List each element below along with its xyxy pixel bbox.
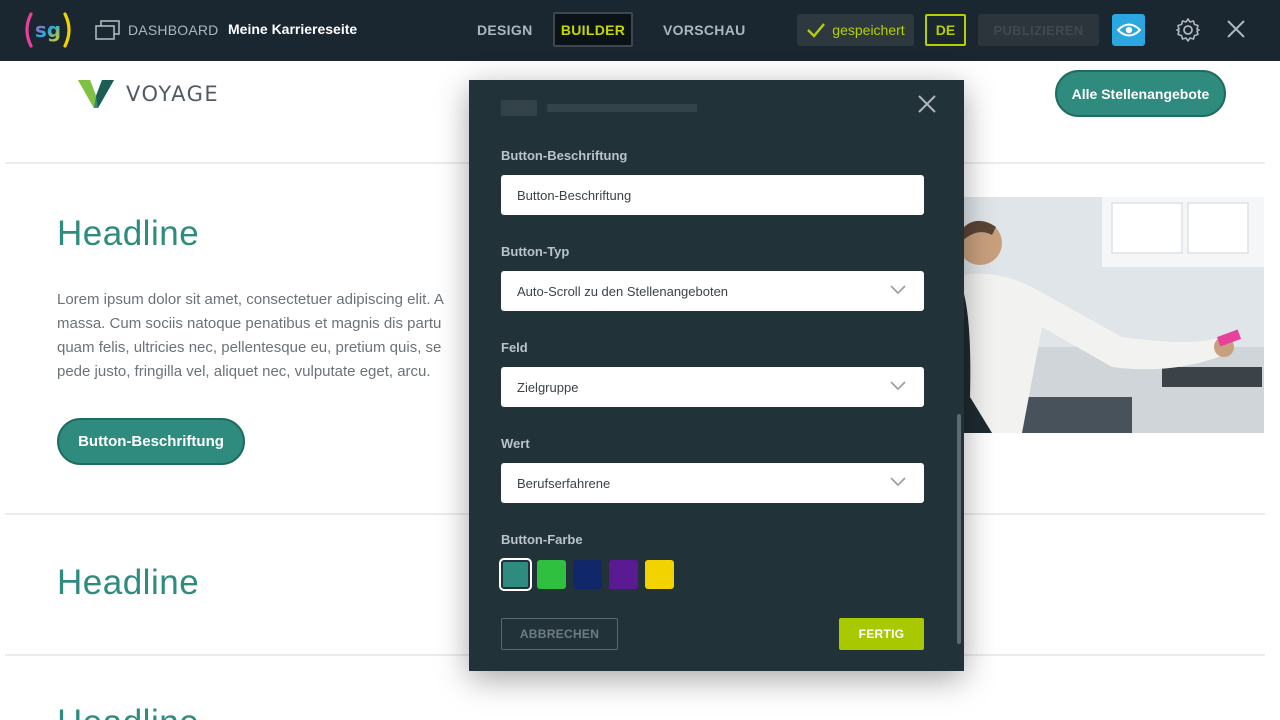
sg-logo[interactable]: sg — [22, 11, 74, 49]
modal-title-ghost — [501, 98, 701, 123]
field-caption: Feld — [501, 340, 528, 355]
voyage-logo-icon — [78, 80, 114, 108]
body-line: quam felis, ultricies nec, pellentesque … — [57, 339, 442, 356]
section-body-text[interactable]: Lorem ipsum dolor sit amet, consectetuer… — [57, 288, 477, 384]
chevron-down-icon — [890, 477, 906, 487]
brand-name: VOYAGE — [126, 82, 220, 106]
button-type-value: Auto-Scroll zu den Stellenangeboten — [517, 283, 729, 299]
value-select[interactable]: Berufserfahrene — [501, 463, 924, 503]
cancel-button[interactable]: ABBRECHEN — [501, 618, 618, 650]
section-headline[interactable]: Headline — [57, 214, 199, 254]
dashboard-icon[interactable] — [95, 20, 121, 45]
button-color-caption: Button-Farbe — [501, 532, 583, 547]
button-settings-modal: Button-Beschriftung Button-Beschriftung … — [469, 80, 964, 671]
button-label-caption: Button-Beschriftung — [501, 148, 628, 163]
color-swatch-navy[interactable] — [573, 560, 602, 589]
section-headline[interactable]: Headline — [57, 703, 199, 720]
brand: VOYAGE — [78, 78, 219, 110]
field-select[interactable]: Zielgruppe — [501, 367, 924, 407]
svg-text:sg: sg — [35, 18, 61, 42]
checkmark-icon — [807, 23, 826, 38]
all-jobs-button[interactable]: Alle Stellenangebote — [1055, 70, 1226, 117]
body-line: massa. Cum sociis natoque penatibus et m… — [57, 315, 442, 332]
site-name: Meine Karriereseite — [228, 21, 358, 37]
modal-scrollbar[interactable] — [957, 414, 961, 644]
color-swatches — [499, 558, 674, 591]
gear-icon[interactable] — [1175, 17, 1201, 48]
value-value: Berufserfahrene — [517, 475, 611, 491]
color-swatch-yellow[interactable] — [645, 560, 674, 589]
body-line: pede justo, fringilla vel, aliquet nec, … — [57, 363, 431, 380]
section-headline[interactable]: Headline — [57, 563, 199, 603]
saved-label: gespeichert — [832, 22, 905, 38]
tab-builder[interactable]: BUILDER — [553, 12, 633, 47]
color-swatch-purple[interactable] — [609, 560, 638, 589]
button-label-input[interactable]: Button-Beschriftung — [501, 175, 924, 215]
tab-design[interactable]: DESIGN — [477, 22, 532, 38]
preview-eye-button[interactable] — [1112, 14, 1145, 46]
publish-button[interactable]: PUBLIZIEREN — [978, 14, 1099, 46]
color-swatch-green[interactable] — [537, 560, 566, 589]
field-value: Zielgruppe — [517, 379, 579, 395]
chevron-down-icon — [890, 381, 906, 391]
top-toolbar: sg DASHBOARD Meine Karriereseite DESIGN … — [0, 0, 1280, 61]
done-button[interactable]: FERTIG — [839, 618, 924, 650]
button-type-caption: Button-Typ — [501, 244, 570, 259]
language-button[interactable]: DE — [925, 14, 966, 46]
close-icon[interactable] — [1226, 19, 1246, 44]
section-cta-button[interactable]: Button-Beschriftung — [57, 418, 245, 465]
button-type-select[interactable]: Auto-Scroll zu den Stellenangeboten — [501, 271, 924, 311]
tab-vorschau[interactable]: VORSCHAU — [663, 22, 746, 38]
dashboard-link[interactable]: DASHBOARD — [128, 22, 218, 38]
value-caption: Wert — [501, 436, 530, 451]
saved-status: gespeichert — [797, 14, 914, 46]
color-swatch-teal[interactable] — [499, 558, 532, 591]
body-line: Lorem ipsum dolor sit amet, consectetuer… — [57, 291, 444, 308]
section-image[interactable] — [962, 197, 1264, 433]
chevron-down-icon — [890, 285, 906, 295]
eye-icon — [1116, 23, 1141, 37]
modal-close-icon[interactable] — [917, 94, 937, 119]
